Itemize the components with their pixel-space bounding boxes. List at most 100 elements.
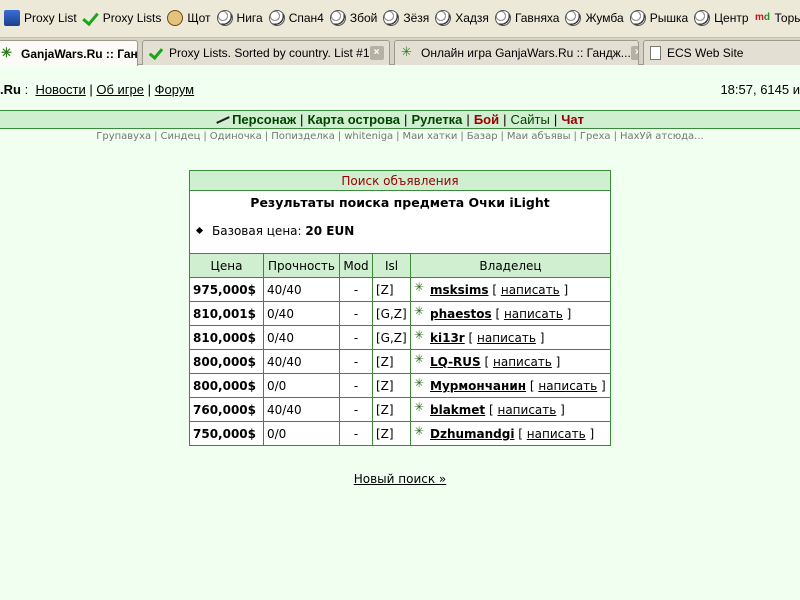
bookmarks-strip: Proxy List Proxy Lists Щот Нига Спан4 Збой Зёз… [0,0,800,36]
tab-label: GanjaWars.Ru :: Ган... [21,46,138,61]
tab-proxy-lists[interactable]: Proxy Lists. Sorted by country. List #1 … [142,40,390,65]
tab-ecs-web-site[interactable]: ECS Web Site [643,40,800,65]
owner-link[interactable]: Мурмончанин [430,379,526,393]
nav-island-map[interactable]: Карта острова [307,112,400,127]
face-icon [167,10,184,26]
owner-cell: Мурмончанин [ написать ] [410,373,611,398]
isl-cell: [Z] [372,421,411,446]
mod-cell: - [339,325,373,350]
bookmark-item[interactable]: Гавняха [494,7,559,29]
leaf-icon [414,328,428,343]
nav-sites[interactable]: Сайты [510,112,549,127]
leaf-icon [414,424,428,439]
leaf-icon [414,280,428,295]
leaf-icon [414,352,428,367]
write-message-link[interactable]: написать [477,331,536,345]
server-status: 18:57, 6145 и [720,82,800,97]
bookmark-item[interactable]: Збой [329,7,377,29]
price-cell: 800,000$ [189,349,264,374]
bookmark-item[interactable]: md Торы [755,7,800,29]
subnav-item[interactable]: whiteniga [344,131,393,142]
nav-character[interactable]: Персонаж [232,112,296,127]
isl-cell: [Z] [372,277,411,302]
subnav-item[interactable]: Одиночка [210,131,262,142]
durability-cell: 0/0 [263,421,340,446]
subnav-item[interactable]: Маи абъявы [507,131,571,142]
write-message-link[interactable]: написать [527,427,586,441]
owner-link[interactable]: Dzhumandgi [430,427,514,441]
leaf-icon [1,45,15,61]
bookmarks-toolbar: Proxy List Proxy Lists Щот Нига Спан4 Збой Зёз… [0,0,800,38]
owner-link[interactable]: msksims [430,283,489,297]
write-message-link[interactable]: написать [497,403,556,417]
subnav-item[interactable]: Попизделка [271,131,335,142]
soccer-ball-icon [383,10,400,26]
tab-ganjawars-online[interactable]: Онлайн игра GanjaWars.Ru :: Гандж... × [394,40,639,65]
table-row: 800,000$40/40-[Z]LQ-RUS [ написать ] [189,349,611,374]
bookmark-item[interactable]: Центр [694,7,749,29]
owner-cell: LQ-RUS [ написать ] [410,349,611,374]
mod-cell: - [339,301,373,326]
write-message-link[interactable]: написать [501,283,560,297]
tab-ganjawars[interactable]: GanjaWars.Ru :: Ган... × [0,40,138,66]
bookmark-item[interactable]: Жумба [565,7,624,29]
about-game-link[interactable]: Об игре [96,82,144,97]
bookmark-item[interactable]: Рышка [629,7,688,29]
forum-link[interactable]: Форум [155,82,195,97]
subnav-item[interactable]: Групавуха [96,131,151,142]
site-name: .Ru [0,82,21,97]
owner-link[interactable]: blakmet [430,403,485,417]
bookmark-item[interactable]: Хадзя [435,7,489,29]
subnav-item[interactable]: Маи хатки [403,131,458,142]
price-cell: 810,001$ [189,301,264,326]
bookmark-item[interactable]: Proxy List [4,7,77,29]
write-message-link[interactable]: написать [504,307,563,321]
leaf-icon [414,304,428,319]
new-search-link[interactable]: Новый поиск » [354,472,447,486]
nav-chat[interactable]: Чат [561,112,584,127]
bookmark-item[interactable]: Зёзя [383,7,429,29]
column-mod: Mod [339,253,373,278]
mod-cell: - [339,373,373,398]
news-link[interactable]: Новости [35,82,85,97]
nav-battle[interactable]: Бой [474,112,499,127]
bookmark-label: Proxy Lists [102,11,162,25]
subnav-item[interactable]: НахУй атсюда... [620,131,704,142]
table-row: 800,000$0/0-[Z]Мурмончанин [ написать ] [189,373,611,398]
subnav-item[interactable]: Синдец [161,131,201,142]
close-icon[interactable]: × [369,46,384,60]
tab-label: Онлайн игра GanjaWars.Ru :: Гандж... [421,46,631,60]
subnav-item[interactable]: Базар [467,131,498,142]
owner-link[interactable]: LQ-RUS [430,355,481,369]
table-row: 810,000$0/40-[G,Z]ki13r [ написать ] [189,325,611,350]
owner-link[interactable]: ki13r [430,331,465,345]
bookmark-label: Торы [774,11,800,25]
soccer-ball-icon [494,10,511,26]
bookmark-item[interactable]: Щот [167,7,211,29]
nav-roulette[interactable]: Рулетка [411,112,462,127]
write-message-link[interactable]: написать [493,355,552,369]
isl-cell: [Z] [372,397,411,422]
table-row: 810,001$0/40-[G,Z]phaestos [ написать ] [189,301,611,326]
write-message-link[interactable]: написать [538,379,597,393]
soccer-ball-icon [629,10,646,26]
isl-cell: [Z] [372,373,411,398]
base-price-value: 20 EUN [305,224,355,238]
bookmark-item[interactable]: Спан4 [268,7,324,29]
durability-cell: 40/40 [263,349,340,374]
owner-link[interactable]: phaestos [430,307,492,321]
subnav-item[interactable]: Греха [580,131,611,142]
soccer-ball-icon [329,10,346,26]
durability-cell: 0/0 [263,373,340,398]
close-icon[interactable]: × [630,46,638,60]
main-nav: Персонаж | Карта острова | Рулетка | Бой | Сайты… [0,110,800,129]
bookmark-item[interactable]: Proxy Lists [83,7,162,29]
table-row: 750,000$0/0-[Z]Dzhumandgi [ написать ] [189,421,611,446]
isl-cell: [G,Z] [372,301,411,326]
durability-cell: 0/40 [263,301,340,326]
leaf-icon [401,44,415,60]
bookmark-item[interactable]: Нига [216,7,263,29]
result-rows: 975,000$40/40-[Z]msksims [ написать ]810… [189,277,611,446]
bookmark-label: Щот [187,11,211,25]
proxy-icon [4,10,20,26]
